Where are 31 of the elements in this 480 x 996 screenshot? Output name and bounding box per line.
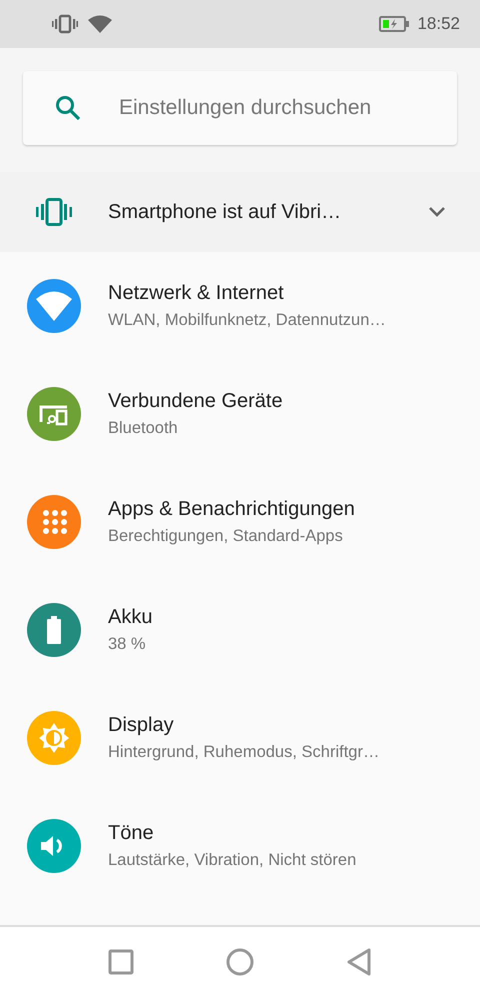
battery-icon (379, 16, 410, 32)
wifi-icon (88, 15, 112, 33)
settings-item[interactable]: Netzwerk & Internet WLAN, Mobilfunknetz, Datennutzun… (0, 252, 480, 360)
item-summary: WLAN, Mobilfunknetz, Datennutzun… (108, 311, 386, 330)
clock-time: 18:52 (417, 14, 460, 34)
item-summary: Berechtigungen, Standard-Apps (108, 527, 344, 546)
condition-title: Smartphone ist auf Vibri… (108, 200, 342, 224)
item-summary: 38 % (108, 635, 147, 654)
item-title: Akku (108, 606, 152, 629)
vibrate-icon (36, 198, 72, 226)
item-summary: Lautstärke, Vibration, Nicht stören (108, 851, 356, 870)
item-summary: Hintergrund, Ruhemodus, Schriftgr… (108, 743, 380, 762)
home-icon[interactable] (226, 948, 254, 976)
vibrate-icon (52, 14, 78, 34)
search-icon (55, 95, 81, 121)
settings-item[interactable]: Akku 38 % (0, 576, 480, 684)
chevron-icon[interactable] (428, 206, 446, 218)
item-summary: Bluetooth (108, 419, 179, 438)
back-icon[interactable] (346, 948, 372, 976)
item-title: Netzwerk & Internet (108, 282, 285, 305)
item-title: Verbundene Geräte (108, 390, 283, 413)
item-title: Töne (108, 822, 155, 845)
settings-item[interactable]: Display Hintergrund, Ruhemodus, Schriftgr… (0, 684, 480, 792)
recents-icon[interactable] (108, 948, 134, 974)
item-title: Apps & Benachrichtigungen (108, 498, 355, 521)
settings-item[interactable]: Apps & Benachrichtigungen Berechtigungen, Standard-Apps (0, 468, 480, 576)
settings-item[interactable]: Verbundene Geräte Bluetooth (0, 360, 480, 468)
item-title: Display (108, 714, 175, 737)
settings-item[interactable]: Töne Lautstärke, Vibration, Nicht stören (0, 792, 480, 900)
search-field[interactable]: Einstellungen durchsuchen (119, 96, 457, 120)
search-bar[interactable]: Einstellungen durchsuchen (23, 71, 457, 145)
